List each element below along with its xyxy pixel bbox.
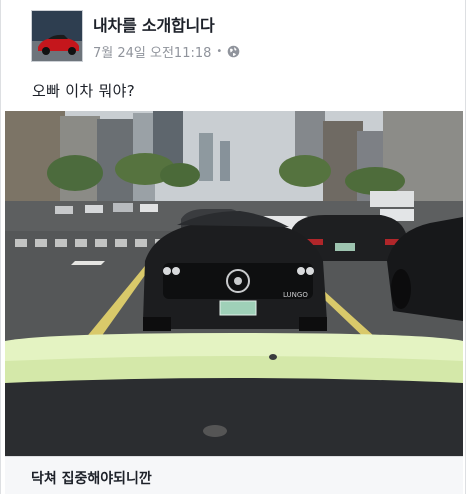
separator-dot: • — [216, 46, 223, 57]
post-subline: 7월 24일 오전11:18 • — [93, 42, 240, 61]
post-meta: 내차를 소개합니다 7월 24일 오전11:18 • — [93, 10, 240, 61]
rear-plate-text: LUNGO — [283, 291, 308, 299]
page-name[interactable]: 내차를 소개합니다 — [93, 12, 240, 36]
globe-icon[interactable] — [227, 45, 240, 58]
attachment-footer[interactable]: 닥쳐 집중해야되니깐 — [5, 456, 463, 494]
page-avatar[interactable] — [31, 10, 83, 62]
post-header: 내차를 소개합니다 7월 24일 오전11:18 • — [31, 10, 240, 62]
attachment-title[interactable]: 닥쳐 집중해야되니깐 — [31, 468, 152, 488]
car-dashcam-photo-icon: LUNGO — [5, 111, 463, 456]
post-timestamp[interactable]: 7월 24일 오전11:18 — [93, 42, 211, 61]
post-photo[interactable]: LUNGO — [5, 111, 463, 456]
post-caption: 오빠 이차 뭐야? — [32, 82, 135, 100]
post-card: 내차를 소개합니다 7월 24일 오전11:18 • 오빠 이차 뭐야? LUN… — [0, 0, 466, 494]
red-car-avatar-icon — [32, 11, 82, 61]
